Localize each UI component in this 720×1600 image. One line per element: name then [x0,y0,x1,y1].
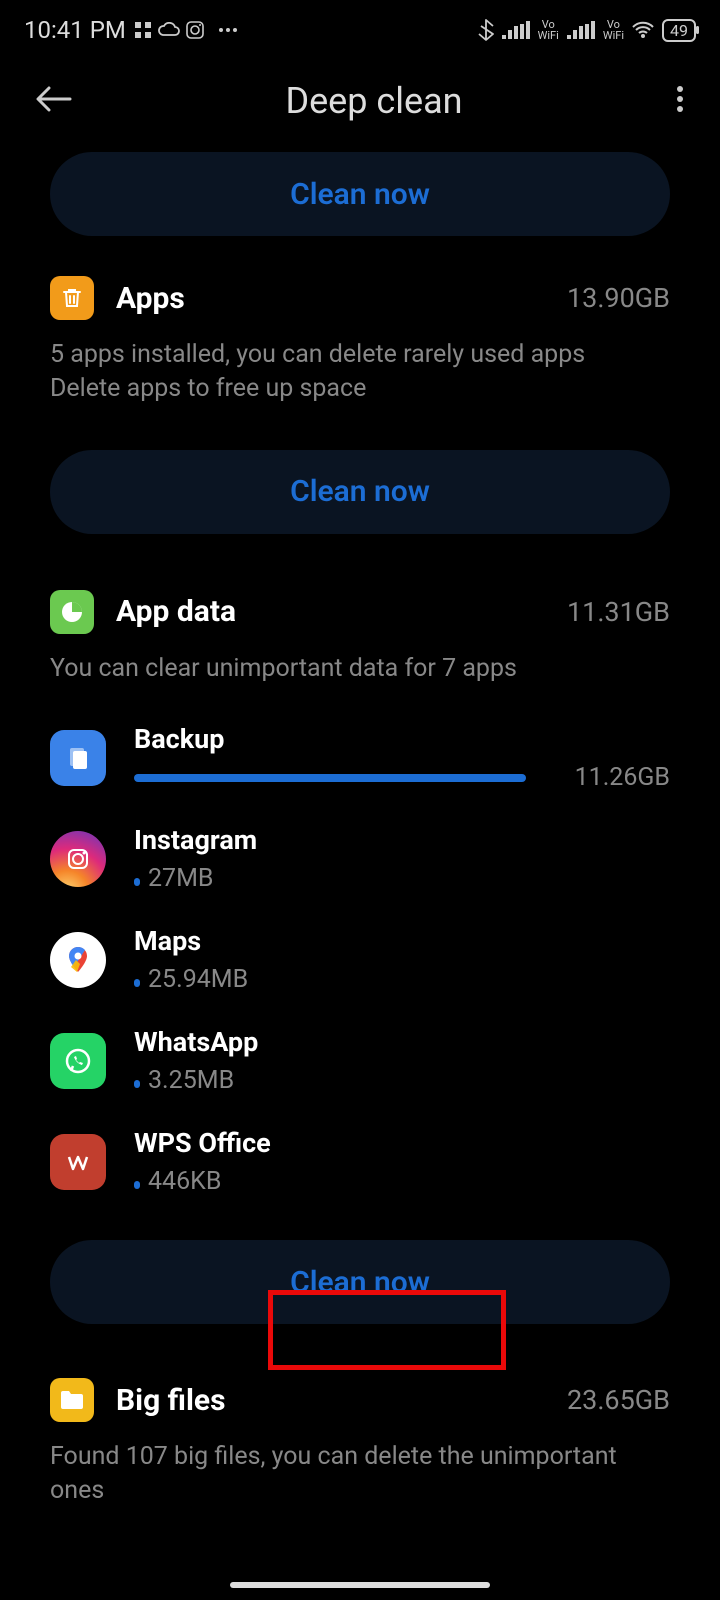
clean-now-label: Clean now [290,177,430,212]
back-button[interactable] [36,85,72,117]
slack-icon [134,21,152,39]
apps-title: Apps [116,281,545,316]
clean-now-button-apps[interactable]: Clean now [50,450,670,534]
bigfiles-section: Big files 23.65GB Found 107 big files, y… [0,1378,720,1508]
app-name: Maps [134,925,670,957]
maps-app-icon [50,932,106,988]
wifi-icon [632,21,654,39]
vowifi-indicator: VoWiFi [538,19,559,41]
app-size: 3.25MB [148,1066,234,1095]
apps-size: 13.90GB [567,282,670,314]
piechart-icon [50,590,94,634]
status-time: 10:41 PM [24,16,126,44]
clean-now-button-top[interactable]: Clean now [50,152,670,236]
app-name: Backup [134,723,670,755]
appdata-size: 11.31GB [567,596,670,628]
bigfiles-size: 23.65GB [567,1384,670,1416]
appdata-section: App data 11.31GB You can clear unimporta… [0,590,720,1213]
clean-now-button-appdata[interactable]: Clean now [50,1240,670,1324]
app-item-maps[interactable]: Maps 25.94MB [50,909,670,1010]
bigfiles-description: Found 107 big files, you can delete the … [50,1440,670,1508]
clean-now-label: Clean now [290,474,430,509]
app-item-instagram[interactable]: Instagram 27MB [50,808,670,909]
more-menu-button[interactable] [676,85,684,117]
app-size: 11.26GB [575,763,670,792]
apps-description: 5 apps installed, you can delete rarely … [50,338,670,406]
app-name: Instagram [134,824,670,856]
battery-indicator: 49 [662,19,696,42]
instagram-app-icon [50,831,106,887]
folder-icon [50,1378,94,1422]
app-item-whatsapp[interactable]: WhatsApp 3.25MB [50,1010,670,1111]
bluetooth-icon [478,18,494,42]
app-size: 446KB [148,1167,221,1196]
app-item-backup[interactable]: Backup 11.26GB [50,707,670,808]
trash-icon [50,276,94,320]
app-name: WhatsApp [134,1026,670,1058]
status-bar: 10:41 PM VoWiFi VoWiFi 49 [0,0,720,60]
cloud-icon [158,22,180,38]
appdata-description: You can clear unimportant data for 7 app… [50,652,670,686]
app-size: 25.94MB [148,965,248,994]
clean-now-label: Clean now [290,1265,430,1300]
signal-icon-2 [567,21,595,39]
whatsapp-app-icon [50,1033,106,1089]
wps-app-icon [50,1134,106,1190]
app-name: WPS Office [134,1127,670,1159]
instagram-icon [186,21,204,39]
more-dots-icon [218,27,238,33]
app-item-wps[interactable]: WPS Office 446KB [50,1111,670,1212]
page-header: Deep clean [0,60,720,152]
vowifi-indicator-2: VoWiFi [603,19,624,41]
backup-app-icon [50,730,106,786]
app-size: 27MB [148,864,214,893]
bigfiles-title: Big files [116,1383,545,1418]
page-title: Deep clean [72,80,676,122]
gesture-bar[interactable] [230,1582,490,1588]
apps-section: Apps 13.90GB 5 apps installed, you can d… [0,276,720,406]
appdata-title: App data [116,594,545,629]
signal-icon [502,21,530,39]
